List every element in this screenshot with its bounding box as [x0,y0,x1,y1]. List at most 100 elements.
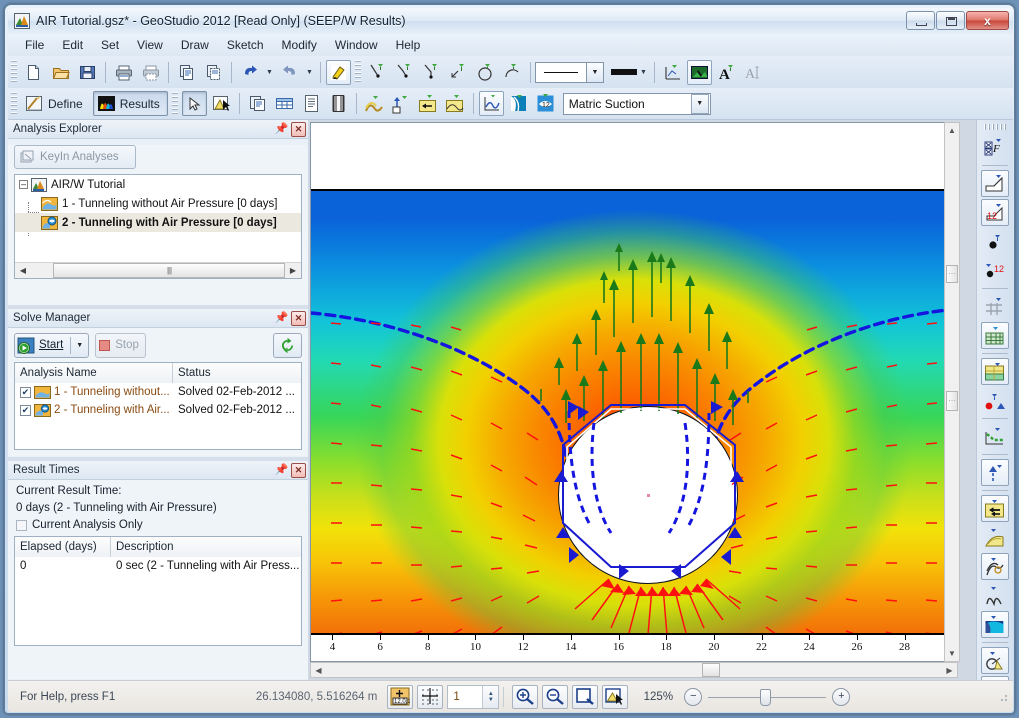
node-value-button[interactable] [981,228,1009,255]
grid-spacing-stepper[interactable]: 1 ▲ ▼ [447,685,499,709]
highlight-button[interactable] [326,60,351,85]
line-thickness-swatch[interactable] [611,69,637,75]
redo-button[interactable] [277,60,302,85]
pin-icon[interactable]: 📌 [274,122,289,137]
contour-variable-dropdown-arrow[interactable]: ▼ [691,94,709,114]
zoom-slider-thumb[interactable] [760,689,771,706]
zoom-out-button[interactable] [542,685,568,709]
boundary-button[interactable] [981,387,1009,414]
zoom-increase-button[interactable]: + [832,688,850,706]
scroll-track-h[interactable] [326,663,942,677]
label-contour-button[interactable] [389,91,414,116]
close-icon[interactable]: ✕ [291,463,306,478]
menu-draw[interactable]: Draw [172,36,218,54]
snap-coordinate-button[interactable]: 12.0,1 [387,685,413,709]
contour-labels-button[interactable]: 12 [981,199,1009,226]
table-row[interactable]: 0 0 sec (2 - Tunneling with Air Press... [15,557,301,575]
select-tool-button[interactable] [182,91,207,116]
water-fill-button[interactable] [981,611,1009,638]
mesh-button[interactable] [981,293,1009,320]
restore-button[interactable] [936,11,965,30]
tree-node-analysis-1[interactable]: 1 - Tunneling without Air Pressure [0 da… [15,194,301,213]
picture-button[interactable] [687,60,712,85]
zoom-object-button[interactable] [602,685,628,709]
redo-dropdown[interactable]: ▼ [303,60,316,85]
report-button[interactable] [299,91,324,116]
zoom-page-button[interactable] [572,685,598,709]
streamlines-button[interactable] [981,582,1009,609]
keyin-analyses-button[interactable]: KeyIn Analyses [14,145,136,169]
zoom-object-button[interactable] [209,91,234,116]
start-dropdown-arrow[interactable]: ▼ [73,342,86,349]
close-button[interactable]: x [966,11,1009,30]
scroll-thumb-v2[interactable]: ⋯ [946,391,958,411]
line-style-dropdown[interactable]: ▼ [587,62,604,83]
undo-button[interactable] [237,60,262,85]
contour-variable-combo[interactable]: Matric Suction ▼ [563,93,711,115]
menu-set[interactable]: Set [92,36,128,54]
text-button[interactable]: A [714,60,739,85]
water-contour-button[interactable] [506,91,531,116]
scroll-left-arrow[interactable]: ◀ [15,263,31,278]
menu-help[interactable]: Help [387,36,430,54]
analysis-tree[interactable]: – AIR/W Tutorial 1 - Tunneling without A… [14,174,302,279]
scroll-left-arrow[interactable]: ◀ [311,663,326,677]
tree-horizontal-scrollbar[interactable]: ◀ |||| ▶ [15,262,301,278]
scroll-right-arrow[interactable]: ▶ [285,263,301,278]
scroll-right-arrow[interactable]: ▶ [942,663,957,677]
define-mode-button[interactable]: Define [21,91,91,116]
scroll-thumb-h[interactable] [702,663,720,677]
velocity-vectors-button[interactable] [981,495,1009,522]
scroll-thumb-v[interactable]: ⋯ [946,265,958,283]
save-file-button[interactable] [75,60,100,85]
menu-view[interactable]: View [128,36,172,54]
zoom-slider[interactable] [708,688,826,706]
pin-icon[interactable]: 📌 [274,311,289,326]
scroll-up-arrow[interactable]: ▲ [945,123,959,138]
refresh-button[interactable] [273,333,302,358]
isolines-button[interactable] [443,91,468,116]
paste-button[interactable] [201,60,226,85]
tree-node-analysis-2[interactable]: 2 - Tunneling with Air Pressure [0 days] [15,213,301,232]
row-checkbox[interactable]: ✔ [20,387,31,398]
print-preview-button[interactable] [138,60,163,85]
toolbar-grip-3[interactable] [11,92,17,116]
print-button[interactable] [111,60,136,85]
resize-grip[interactable] [997,691,1009,703]
results-mode-button[interactable]: Results [93,91,168,116]
toolbar-grip-2[interactable] [355,60,361,84]
material-button[interactable] [981,358,1009,385]
tree-node-root[interactable]: – AIR/W Tutorial [15,175,301,194]
toolbar-grip[interactable] [11,60,17,84]
scroll-down-arrow[interactable]: ▼ [945,646,959,661]
menu-modify[interactable]: Modify [273,36,326,54]
table-row[interactable]: ✔ 2 - Tunneling with Air... Solved 02-Fe… [15,401,301,419]
menu-edit[interactable]: Edit [53,36,92,54]
contour-plot[interactable]: 4681012141618202224262830 [311,123,957,661]
contour-button[interactable] [362,91,387,116]
scroll-thumb[interactable]: |||| [53,263,285,278]
isolines-draw-button[interactable] [981,553,1009,580]
toolbar-grip-4[interactable] [172,92,178,116]
start-button[interactable]: Start ▼ [14,333,89,358]
current-analysis-only-checkbox[interactable] [16,520,27,531]
menu-file[interactable]: File [16,36,53,54]
tree-expander-icon[interactable]: – [19,180,28,189]
pressure-head-button[interactable] [981,647,1009,674]
grid-snap-button[interactable] [417,685,443,709]
air-contour-button[interactable]: 12 [533,91,558,116]
view-horizontal-scrollbar[interactable]: ◀ ▶ [310,662,958,678]
grid-spacing-spinner[interactable]: ▲ ▼ [482,686,498,708]
zoom-decrease-button[interactable]: − [684,688,702,706]
draw-contours-button[interactable] [981,170,1009,197]
close-icon[interactable]: ✕ [291,122,306,137]
close-icon[interactable]: ✕ [291,311,306,326]
minimize-button[interactable] [906,11,935,30]
draw-arc-button[interactable] [500,60,525,85]
gradient-button[interactable] [981,524,1009,551]
view-vertical-scrollbar[interactable]: ▲ ⋯ ⋯ ▼ [944,122,960,662]
table-row[interactable]: ✔ 1 - Tunneling without... Solved 02-Feb… [15,383,301,401]
stop-button[interactable]: Stop [95,333,146,358]
draw-arrow-button[interactable] [446,60,471,85]
draw-circle-button[interactable] [473,60,498,85]
